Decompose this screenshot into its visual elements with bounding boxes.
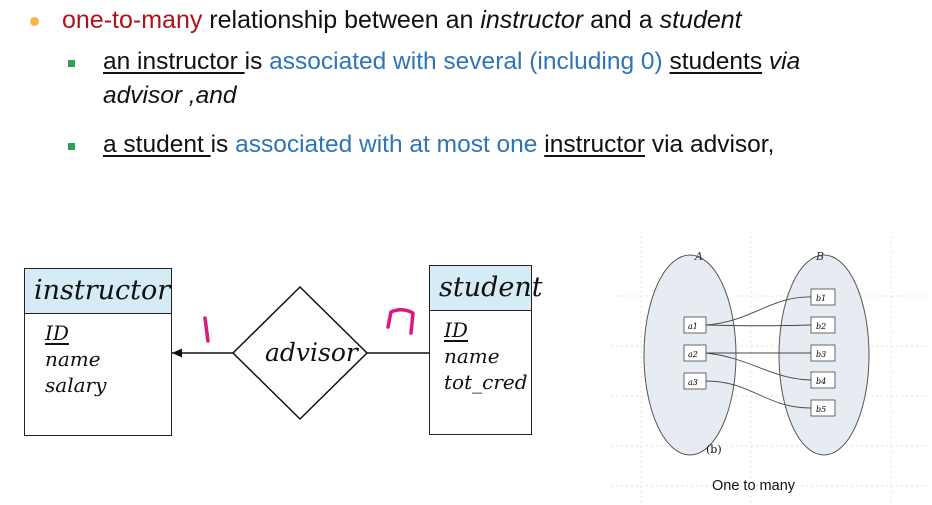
element-b2-label: b2: [816, 322, 826, 331]
attr-name: name: [45, 347, 101, 371]
attr-id: ID: [45, 321, 69, 345]
element-b5-label: b5: [816, 405, 826, 414]
attr-id: ID: [444, 318, 468, 342]
element-b3-label: b3: [816, 350, 826, 359]
element-b1-label: b1: [816, 294, 826, 303]
attr-salary: salary: [45, 373, 107, 397]
element-a1-label: a1: [688, 322, 698, 331]
figure-caption: One to many: [712, 478, 796, 494]
element-a2-label: a2: [688, 350, 698, 359]
entity-instructor-title: instructor: [25, 269, 171, 314]
cardinality-many-mark: [386, 308, 415, 335]
mapping-figure: A B a1 a2 a3 b1 b2 b3 b4 b5: [611, 236, 927, 504]
set-b-label: B: [815, 250, 824, 263]
entity-instructor-attrs: ID name salary: [25, 314, 171, 398]
element-b4-label: b4: [816, 377, 826, 386]
arrowhead-icon: [172, 348, 182, 358]
relationship-label: advisor: [265, 338, 358, 367]
figure-sublabel: (b): [706, 443, 722, 456]
set-a-items: a1 a2 a3: [683, 316, 707, 390]
entity-instructor: instructor ID name salary: [24, 268, 172, 436]
cardinality-one-mark: [203, 316, 210, 343]
entity-student-title: student: [430, 266, 543, 311]
entity-student-attrs: ID name tot_cred: [430, 311, 531, 395]
element-a3-label: a3: [688, 378, 698, 387]
entity-student: student ID name tot_cred: [429, 265, 543, 435]
set-a-label: A: [694, 250, 703, 263]
attr-name: name: [444, 344, 500, 368]
attr-tot-cred: tot_cred: [444, 370, 528, 394]
